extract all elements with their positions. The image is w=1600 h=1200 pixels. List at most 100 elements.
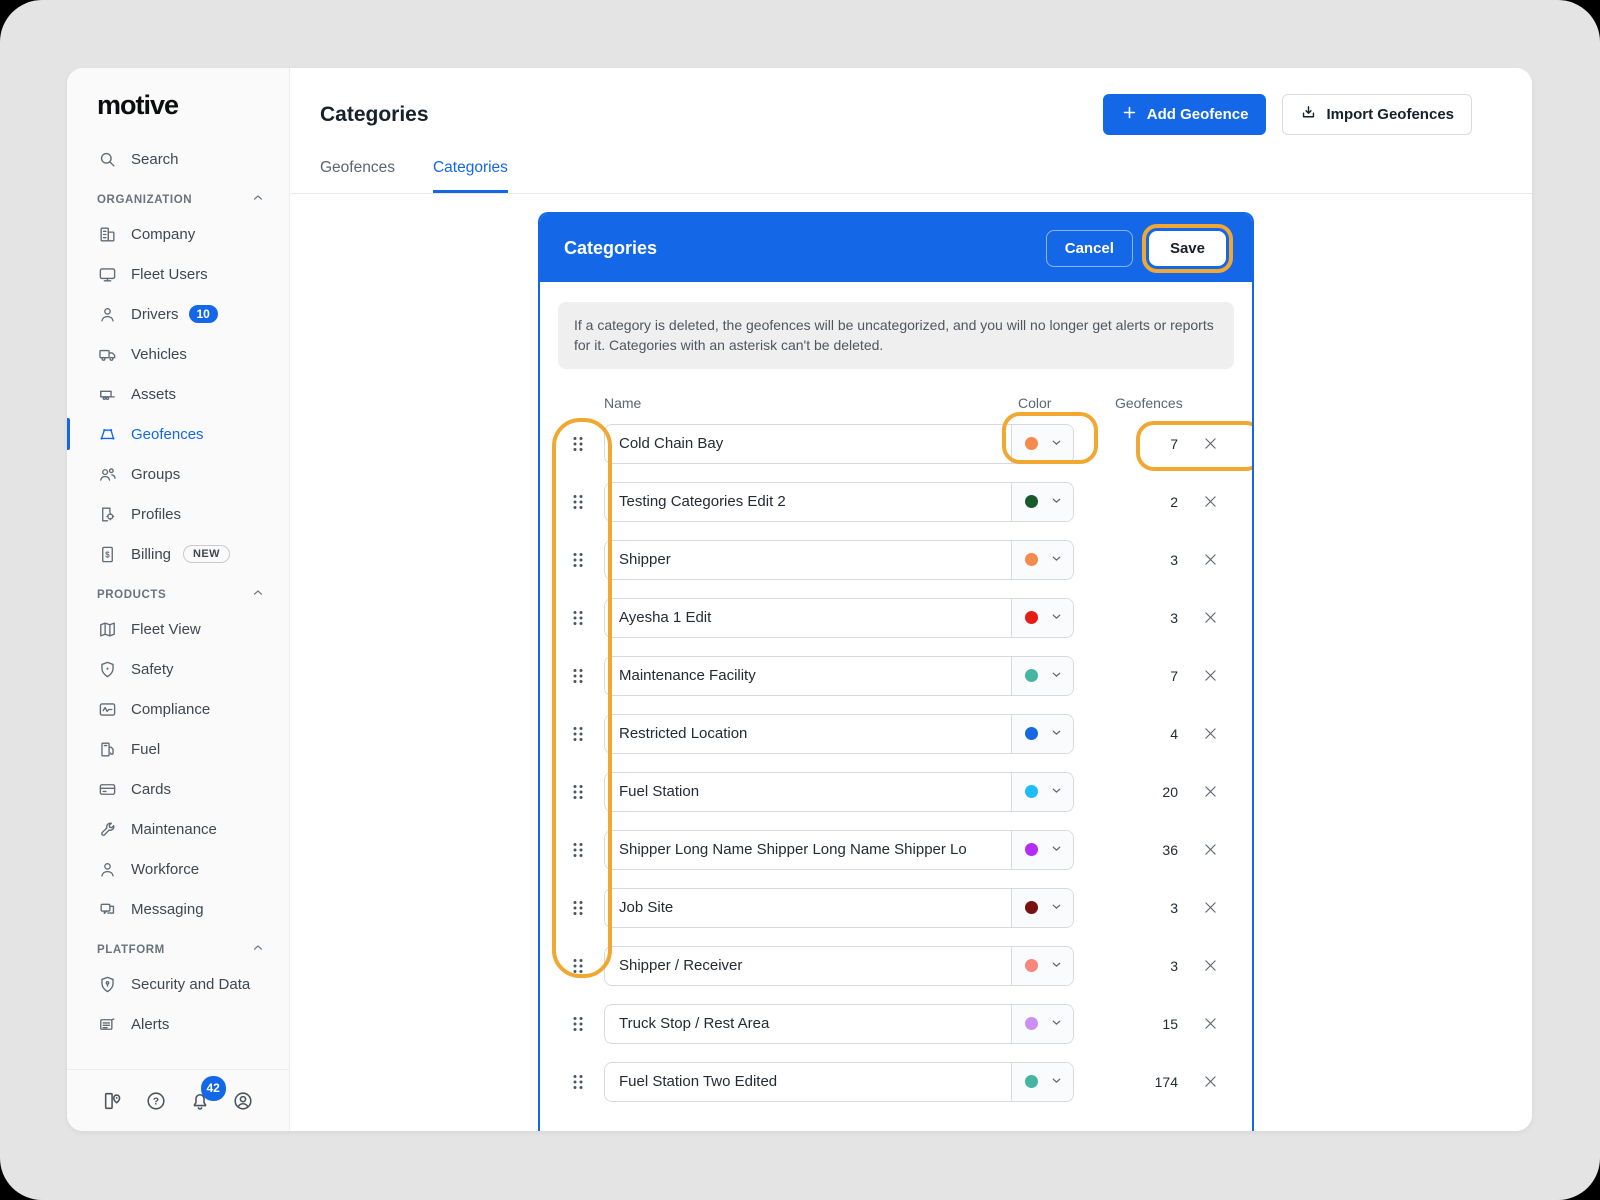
color-dot: [1025, 901, 1038, 915]
category-name-input[interactable]: [605, 946, 1011, 985]
drag-handle-icon[interactable]: [560, 1074, 596, 1090]
sidebar-item-search[interactable]: Search: [67, 139, 289, 179]
category-name-input[interactable]: [605, 1004, 1011, 1043]
tab-geofences[interactable]: Geofences: [320, 159, 395, 193]
drag-handle-icon[interactable]: [560, 842, 596, 858]
category-name-input[interactable]: [605, 830, 1011, 869]
delete-category-button[interactable]: [1198, 780, 1222, 804]
category-color-select[interactable]: [1011, 888, 1073, 927]
chevron-down-icon: [1050, 784, 1063, 800]
sidebar-item-fleet-view[interactable]: Fleet View: [67, 609, 289, 649]
chevron-down-icon: [1050, 1074, 1063, 1090]
category-name-input[interactable]: [605, 714, 1011, 753]
delete-category-button[interactable]: [1198, 838, 1222, 862]
drag-handle-icon[interactable]: [560, 726, 596, 742]
delete-category-button[interactable]: [1198, 548, 1222, 572]
sidebar-item-compliance[interactable]: Compliance: [67, 689, 289, 729]
category-rows: 7 2 3 3 7 4 20 36 3 3 15 174: [540, 423, 1252, 1102]
sidebar-item-drivers[interactable]: Drivers 10: [67, 294, 289, 334]
drag-handle-icon[interactable]: [560, 494, 596, 510]
category-name-input[interactable]: [605, 1062, 1011, 1101]
save-button[interactable]: Save: [1141, 223, 1234, 273]
chevron-up-icon[interactable]: [251, 191, 265, 208]
sidebar-item-label: Fleet Users: [131, 265, 208, 283]
drag-handle-icon[interactable]: [560, 436, 596, 452]
table-header: Name Color Geofences: [540, 395, 1252, 411]
cancel-button[interactable]: Cancel: [1045, 229, 1133, 267]
category-color-select[interactable]: [1011, 424, 1073, 463]
category-color-select[interactable]: [1011, 656, 1073, 695]
drag-handle-icon[interactable]: [560, 552, 596, 568]
delete-category-button[interactable]: [1198, 1012, 1222, 1036]
page-title: Categories: [320, 102, 429, 126]
drag-handle-icon[interactable]: [560, 784, 596, 800]
sidebar-item-company[interactable]: Company: [67, 214, 289, 254]
drag-handle-icon[interactable]: [560, 610, 596, 626]
drag-handle-icon[interactable]: [560, 1016, 596, 1032]
chevron-down-icon: [1050, 900, 1063, 916]
sidebar-item-maintenance[interactable]: Maintenance: [67, 809, 289, 849]
guide-icon[interactable]: [101, 1089, 125, 1113]
delete-category-button[interactable]: [1198, 954, 1222, 978]
sidebar-section-label: PLATFORM: [97, 943, 165, 956]
help-icon[interactable]: ?: [144, 1089, 168, 1113]
import-geofences-button[interactable]: Import Geofences: [1282, 94, 1472, 135]
delete-category-button[interactable]: [1198, 896, 1222, 920]
category-color-select[interactable]: [1011, 540, 1073, 579]
category-color-select[interactable]: [1011, 830, 1073, 869]
category-name-input[interactable]: [605, 540, 1011, 579]
category-color-select[interactable]: [1011, 1004, 1073, 1043]
delete-category-button[interactable]: [1198, 490, 1222, 514]
category-color-select[interactable]: [1011, 482, 1073, 521]
account-icon[interactable]: [231, 1089, 255, 1113]
category-row: 174: [540, 1061, 1252, 1102]
delete-category-button[interactable]: [1198, 606, 1222, 630]
category-name-input[interactable]: [605, 772, 1011, 811]
delete-category-button[interactable]: [1198, 722, 1222, 746]
tab-categories[interactable]: Categories: [432, 159, 508, 193]
bell-icon[interactable]: 42: [188, 1075, 226, 1113]
category-name-input[interactable]: [605, 598, 1011, 637]
category-color-select[interactable]: [1011, 598, 1073, 637]
delete-category-button[interactable]: [1198, 432, 1222, 456]
category-row: 15: [540, 1003, 1252, 1044]
category-color-select[interactable]: [1011, 1062, 1073, 1101]
chevron-down-icon: [1050, 1016, 1063, 1032]
drag-handle-icon[interactable]: [560, 958, 596, 974]
sidebar-item-safety[interactable]: Safety: [67, 649, 289, 689]
sidebar-item-alerts[interactable]: Alerts: [67, 1004, 289, 1044]
modal-actions: Cancel Save: [1045, 223, 1234, 273]
category-color-select[interactable]: [1011, 714, 1073, 753]
category-color-select[interactable]: [1011, 946, 1073, 985]
sidebar-item-vehicles[interactable]: Vehicles: [67, 334, 289, 374]
sidebar-item-label: Search: [131, 150, 179, 168]
sidebar-item-messaging[interactable]: Messaging: [67, 889, 289, 929]
import-icon: [1300, 104, 1317, 125]
sidebar-item-fuel[interactable]: Fuel: [67, 729, 289, 769]
delete-category-button[interactable]: [1198, 1070, 1222, 1094]
geofence-count: 7: [1170, 667, 1178, 684]
sidebar-item-label: Fleet View: [131, 620, 201, 638]
color-dot: [1025, 727, 1038, 741]
category-row: 36: [540, 829, 1252, 870]
add-geofence-button[interactable]: Add Geofence: [1102, 94, 1267, 135]
sidebar-item-groups[interactable]: Groups: [67, 454, 289, 494]
chevron-up-icon[interactable]: [251, 586, 265, 603]
category-color-select[interactable]: [1011, 772, 1073, 811]
category-name-input[interactable]: [605, 888, 1011, 927]
sidebar-item-billing[interactable]: $ Billing NEW: [67, 534, 289, 574]
category-name-input[interactable]: [605, 482, 1011, 521]
chevron-up-icon[interactable]: [251, 941, 265, 958]
sidebar-item-fleet-users[interactable]: Fleet Users: [67, 254, 289, 294]
sidebar-item-profiles[interactable]: Profiles: [67, 494, 289, 534]
category-name-input[interactable]: [605, 656, 1011, 695]
sidebar-item-workforce[interactable]: Workforce: [67, 849, 289, 889]
category-name-input[interactable]: [605, 424, 1011, 463]
sidebar-item-cards[interactable]: Cards: [67, 769, 289, 809]
delete-category-button[interactable]: [1198, 664, 1222, 688]
sidebar-item-geofences[interactable]: Geofences: [67, 414, 289, 454]
drag-handle-icon[interactable]: [560, 668, 596, 684]
sidebar-item-assets[interactable]: Assets: [67, 374, 289, 414]
drag-handle-icon[interactable]: [560, 900, 596, 916]
sidebar-item-security-and-data[interactable]: Security and Data: [67, 964, 289, 1004]
